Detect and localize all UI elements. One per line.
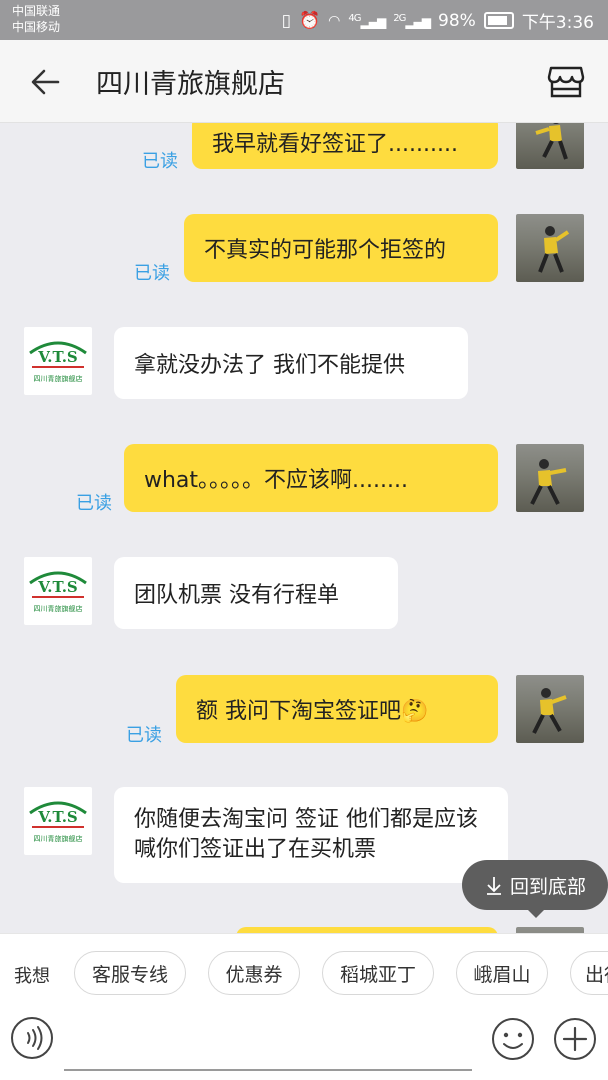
wifi-icon: ◠ [328, 12, 341, 29]
shop-avatar[interactable]: V.T.S 四川青旅旗舰店 [24, 557, 92, 625]
arrow-left-icon[interactable] [28, 64, 64, 100]
alarm-icon: ⏰ [299, 10, 321, 31]
read-status: 已读 [76, 493, 112, 514]
user-avatar[interactable] [516, 214, 584, 282]
person-icon [532, 688, 567, 734]
person-icon [535, 123, 568, 160]
person-icon [538, 226, 570, 273]
carrier-info: 中国联通 中国移动 [12, 3, 60, 35]
shop-logo-icon: V.T.S 四川青旅旗舰店 [29, 801, 87, 843]
message-bubble-shop[interactable]: 团队机票 没有行程单 [114, 557, 398, 629]
input-bar [0, 1013, 608, 1080]
shop-logo-icon: V.T.S 四川青旅旗舰店 [29, 341, 87, 383]
quick-reply-chip[interactable]: 稻城亚丁 [322, 951, 434, 995]
quick-reply-bar: 我想 客服专线 优惠券 稻城亚丁 峨眉山 出行 [0, 933, 608, 1014]
chat-header: 四川青旅旗舰店 [0, 40, 608, 123]
user-avatar[interactable] [516, 675, 584, 743]
carrier-1: 中国联通 [12, 4, 61, 18]
svg-text:四川青旅旗舰店: 四川青旅旗舰店 [34, 604, 83, 613]
scroll-to-bottom-button[interactable]: 回到底部 [462, 860, 608, 918]
user-avatar[interactable] [516, 123, 584, 169]
quick-reply-chip[interactable]: 优惠券 [208, 951, 300, 995]
scroll-to-bottom-label: 回到底部 [509, 875, 586, 898]
store-icon[interactable] [546, 62, 586, 102]
quick-reply-chip[interactable]: 客服专线 [74, 951, 186, 995]
arrow-down-icon [486, 877, 501, 895]
status-icons: ▯ ⏰ ◠ 4G▂▄▆ 2G▂▄▆ 98% 下午3:36 [281, 8, 594, 34]
battery-percent: 98% [438, 10, 476, 31]
quick-reply-label: 我想 [14, 966, 50, 987]
svg-text:四川青旅旗舰店: 四川青旅旗舰店 [34, 374, 83, 383]
message-bubble-shop[interactable]: 拿就没办法了 我们不能提供 [114, 327, 468, 399]
svg-text:四川青旅旗舰店: 四川青旅旗舰店 [34, 834, 83, 843]
signal-icon: 4G▂▄▆ [348, 12, 386, 29]
svg-text:V.T.S: V.T.S [37, 348, 78, 366]
read-status: 已读 [142, 151, 178, 172]
svg-text:V.T.S: V.T.S [37, 578, 78, 596]
emoji-icon[interactable] [490, 1016, 536, 1062]
message-bubble-me[interactable]: what。。。。。不应该啊........ [124, 444, 498, 512]
shop-avatar[interactable]: V.T.S 四川青旅旗舰店 [24, 787, 92, 855]
quick-reply-chip[interactable]: 峨眉山 [456, 951, 548, 995]
read-status: 已读 [134, 263, 170, 284]
voice-icon[interactable] [10, 1016, 54, 1060]
message-input[interactable] [64, 1021, 472, 1071]
quick-reply-chip[interactable]: 出行 [570, 951, 608, 995]
user-avatar[interactable] [516, 444, 584, 512]
chat-area[interactable]: 已读 我早就看好签证了.......... 已读 不真实的可能那个拒签的 V.T… [0, 123, 608, 933]
person-icon [530, 459, 567, 505]
message-bubble-shop[interactable]: 你随便去淘宝问 签证 他们都是应该喊你们签证出了在买机票 [114, 787, 508, 883]
message-bubble-me[interactable]: 不真实的可能那个拒签的 [184, 214, 498, 282]
message-bubble-me[interactable]: 我早就看好签证了.......... [192, 123, 498, 169]
vibrate-icon: ▯ [281, 10, 291, 31]
signal-2-icon: 2G▂▄▆ [393, 12, 431, 29]
message-bubble-me[interactable]: 额 我问下淘宝签证吧🤔 [176, 675, 498, 743]
shop-avatar[interactable]: V.T.S 四川青旅旗舰店 [24, 327, 92, 395]
svg-text:V.T.S: V.T.S [37, 808, 78, 826]
page-title: 四川青旅旗舰店 [96, 69, 285, 100]
read-status: 已读 [126, 725, 162, 746]
status-bar: 中国联通 中国移动 ▯ ⏰ ◠ 4G▂▄▆ 2G▂▄▆ 98% 下午3:36 [0, 0, 608, 40]
plus-icon[interactable] [552, 1016, 598, 1062]
carrier-2: 中国移动 [12, 20, 61, 34]
shop-logo-icon: V.T.S 四川青旅旗舰店 [29, 571, 87, 613]
battery-icon [483, 12, 514, 29]
clock: 下午3:36 [521, 13, 594, 33]
